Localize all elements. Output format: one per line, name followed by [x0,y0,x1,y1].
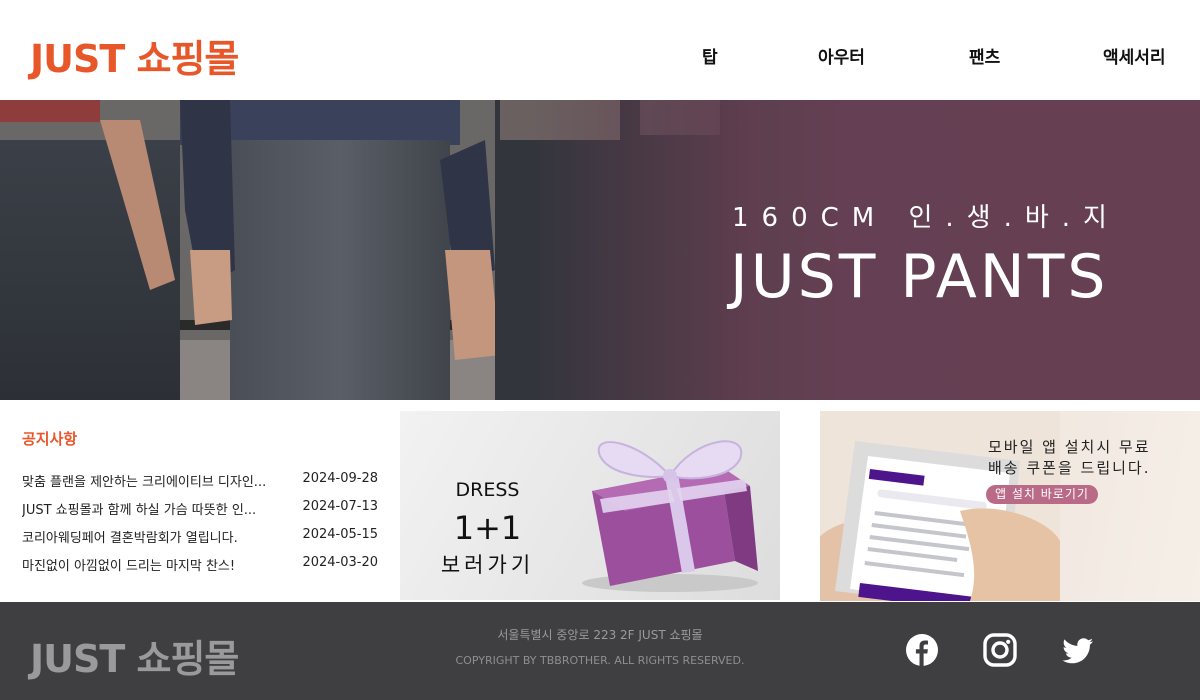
facebook-icon[interactable] [905,633,939,667]
hero-subtitle: 160CM 인.생.바.지 [732,203,1120,233]
notice-title[interactable]: 공지사항 [22,428,77,449]
app-banner-line1: 모바일 앱 설치시 무료 [988,438,1151,456]
notice-item[interactable]: 코리아웨딩페어 결혼박람회가 열립니다. 2024-05-15 [22,527,378,547]
notice-board: 공지사항 맞춤 플랜을 제안하는 크리에이티브 디자인... 2024-09-2… [0,400,400,600]
gift-box-image [582,440,758,592]
notice-item-date: 2024-09-28 [302,471,378,486]
notice-item-title[interactable]: 마진없이 아낌없이 드리는 마지막 찬스! [22,555,287,574]
nav-item-pants[interactable]: 팬츠 [969,43,1000,68]
site-logo[interactable]: JUST 쇼핑몰 [30,28,239,83]
notice-item-title[interactable]: 맞춤 플랜을 제안하는 크리에이티브 디자인... [22,471,287,490]
site-footer: JUST 쇼핑몰 서울특별시 중앙로 223 2F JUST 쇼핑몰 COPYR… [0,602,1200,700]
dress-promo-banner[interactable]: DRESS 1+1 보러가기 [400,411,780,600]
notice-item-title[interactable]: JUST 쇼핑몰과 함께 하실 가슴 따뜻한 인... [22,499,287,518]
twitter-icon[interactable] [1061,633,1095,667]
notice-item-date: 2024-03-20 [302,555,378,570]
instagram-icon[interactable] [983,633,1017,667]
dress-banner-offer: 1+1 [453,509,522,547]
notice-item[interactable]: 맞춤 플랜을 제안하는 크리에이티브 디자인... 2024-09-28 [22,471,378,491]
app-install-banner[interactable]: 모바일 앱 설치시 무료 배송 쿠폰을 드립니다. 앱 설치 바로기기 [820,411,1200,601]
footer-copyright: COPYRIGHT BY TBBROTHER. ALL RIGHTS RESER… [455,654,745,667]
notice-item[interactable]: 마진없이 아낌없이 드리는 마지막 찬스! 2024-03-20 [22,555,378,575]
nav-item-top[interactable]: 탑 [702,43,718,68]
hero-banner[interactable]: 160CM 인.생.바.지 JUST PANTS [0,100,1200,400]
footer-logo[interactable]: JUST 쇼핑몰 [30,628,239,683]
app-install-button[interactable]: 앱 설치 바로기기 [986,485,1098,504]
hero-photo [0,100,760,400]
dress-banner-label: DRESS [455,479,520,501]
site-header: JUST 쇼핑몰 탑 아우터 팬츠 액세서리 [0,0,1200,100]
nav-item-accessories[interactable]: 액세서리 [1103,43,1166,68]
nav-item-outer[interactable]: 아우터 [818,43,865,68]
notice-item[interactable]: JUST 쇼핑몰과 함께 하실 가슴 따뜻한 인... 2024-07-13 [22,499,378,519]
footer-address: 서울특별시 중앙로 223 2F JUST 쇼핑몰 [497,628,703,642]
notice-item-title[interactable]: 코리아웨딩페어 결혼박람회가 열립니다. [22,527,287,546]
notice-item-date: 2024-07-13 [302,499,378,514]
notice-item-date: 2024-05-15 [302,527,378,542]
hero-title: JUST PANTS [730,242,1109,312]
app-banner-line2: 배송 쿠폰을 드립니다. [988,459,1151,477]
dress-banner-link[interactable]: 보러가기 [400,549,575,579]
